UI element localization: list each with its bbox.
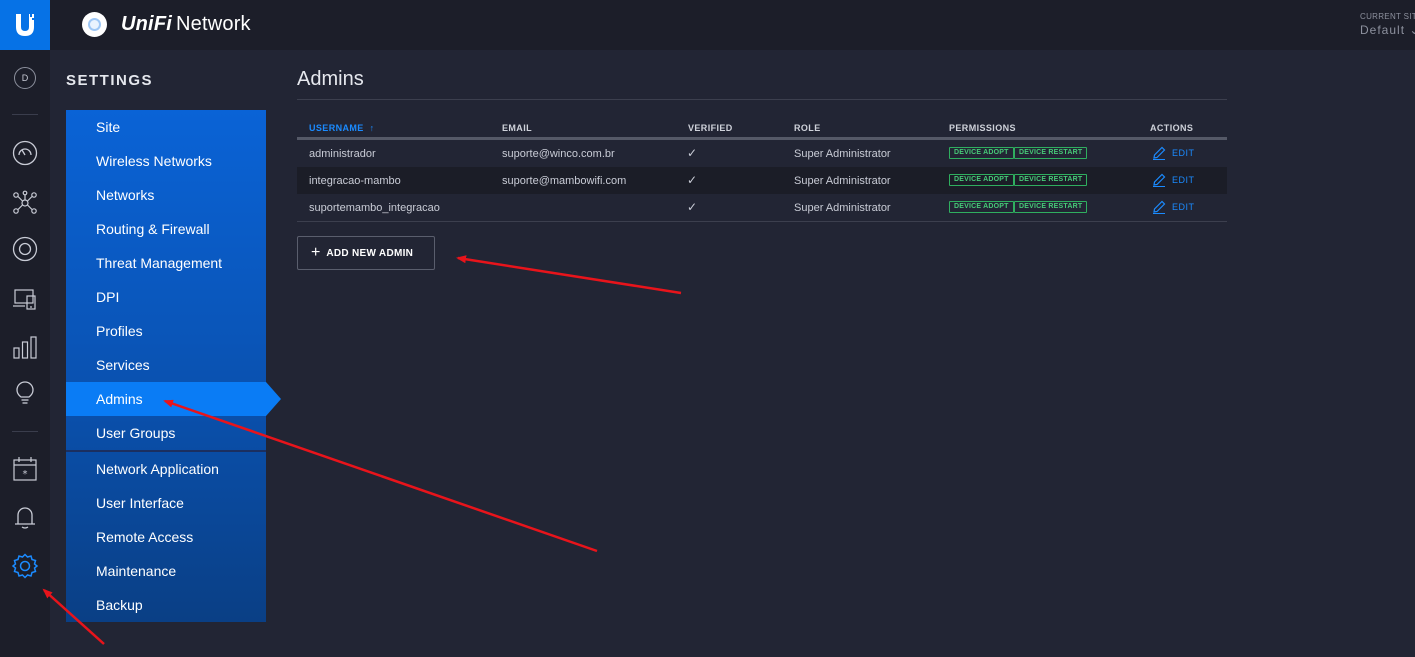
cell-role: Super Administrator xyxy=(794,148,891,160)
menu-item-services[interactable]: Services xyxy=(66,348,266,382)
arrow-to-add-button xyxy=(456,255,682,295)
site-avatar[interactable]: D xyxy=(10,63,40,93)
cell-username: administrador xyxy=(309,148,376,160)
app-icon[interactable] xyxy=(82,12,107,37)
menu-item-dpi[interactable]: DPI xyxy=(66,280,266,314)
edit-button[interactable]: EDIT xyxy=(1152,146,1195,160)
app-title: UniFi Network xyxy=(121,13,251,36)
permission-badge: DEVICE ADOPT xyxy=(949,201,1014,213)
menu-item-routing-firewall[interactable]: Routing & Firewall xyxy=(66,212,266,246)
column-email[interactable]: EMAIL xyxy=(502,123,532,133)
permission-badge: DEVICE ADOPT xyxy=(949,174,1014,186)
menu-item-profiles[interactable]: Profiles xyxy=(66,314,266,348)
insights-icon[interactable] xyxy=(10,378,40,408)
cell-username: suportemambo_integracao xyxy=(309,202,440,214)
menu-item-network-application[interactable]: Network Application xyxy=(66,452,266,486)
cell-username: integracao-mambo xyxy=(309,175,401,187)
add-new-admin-button[interactable]: + ADD NEW ADMIN xyxy=(297,236,435,270)
column-actions: ACTIONS xyxy=(1150,123,1194,133)
cell-email: suporte@mambowifi.com xyxy=(502,175,627,187)
top-bar: UniFiNetwork CURRENT SITE Default ⌄ xyxy=(0,0,1415,50)
pencil-icon xyxy=(1153,173,1166,187)
edit-label: EDIT xyxy=(1172,175,1195,185)
chevron-down-icon: ⌄ xyxy=(1409,23,1415,37)
alerts-icon[interactable] xyxy=(10,502,40,532)
settings-menu: Site Wireless Networks Networks Routing … xyxy=(66,110,281,622)
edit-label: EDIT xyxy=(1172,148,1195,158)
table-row[interactable]: integracao-mambo suporte@mambowifi.com ✓… xyxy=(297,167,1227,194)
settings-title: SETTINGS xyxy=(66,72,154,89)
page-title: Admins xyxy=(297,68,364,90)
brand-name: UniFi xyxy=(121,13,172,35)
clients-icon[interactable] xyxy=(10,284,40,314)
devices-icon[interactable] xyxy=(10,234,40,264)
table-row[interactable]: administrador suporte@winco.com.br ✓ Sup… xyxy=(297,140,1227,167)
menu-item-user-groups[interactable]: User Groups xyxy=(66,416,266,450)
column-username[interactable]: USERNAME ↑ xyxy=(309,123,375,133)
rail-divider xyxy=(12,114,38,115)
active-pointer xyxy=(266,382,281,416)
menu-item-remote-access[interactable]: Remote Access xyxy=(66,520,266,554)
svg-text:*: * xyxy=(23,469,28,480)
plus-icon: + xyxy=(311,244,321,261)
icon-rail: D * xyxy=(0,50,50,657)
menu-item-backup[interactable]: Backup xyxy=(66,588,266,622)
permission-badge: DEVICE RESTART xyxy=(1014,147,1088,159)
site-label: CURRENT SITE xyxy=(1360,12,1415,21)
column-role[interactable]: ROLE xyxy=(794,123,821,133)
menu-item-admins[interactable]: Admins xyxy=(66,382,266,416)
cell-email: suporte@winco.com.br xyxy=(502,148,615,160)
menu-item-threat-management[interactable]: Threat Management xyxy=(66,246,266,280)
menu-item-wireless-networks[interactable]: Wireless Networks xyxy=(66,144,266,178)
edit-button[interactable]: EDIT xyxy=(1152,200,1195,214)
table-bottom-divider xyxy=(297,221,1227,222)
permission-badge: DEVICE RESTART xyxy=(1014,201,1088,213)
product-name: Network xyxy=(176,13,251,35)
table-row[interactable]: suportemambo_integracao ✓ Super Administ… xyxy=(297,194,1227,221)
edit-label: EDIT xyxy=(1172,202,1195,212)
pencil-icon xyxy=(1153,200,1166,214)
check-icon: ✓ xyxy=(687,173,698,187)
menu-item-networks[interactable]: Networks xyxy=(66,178,266,212)
pencil-icon xyxy=(1153,146,1166,160)
check-icon: ✓ xyxy=(687,146,698,160)
column-verified[interactable]: VERIFIED xyxy=(688,123,733,133)
permission-badge: DEVICE ADOPT xyxy=(949,147,1014,159)
statistics-icon[interactable] xyxy=(10,332,40,362)
column-permissions[interactable]: PERMISSIONS xyxy=(949,123,1016,133)
sort-arrow-icon: ↑ xyxy=(369,123,375,133)
menu-item-site[interactable]: Site xyxy=(66,110,266,144)
rail-divider xyxy=(12,431,38,432)
site-value: Default ⌄ xyxy=(1360,23,1415,37)
cell-role: Super Administrator xyxy=(794,175,891,187)
ubiquiti-logo[interactable] xyxy=(0,0,50,50)
edit-button[interactable]: EDIT xyxy=(1152,173,1195,187)
menu-item-maintenance[interactable]: Maintenance xyxy=(66,554,266,588)
dashboard-icon[interactable] xyxy=(10,138,40,168)
check-icon: ✓ xyxy=(687,200,698,214)
add-new-admin-label: ADD NEW ADMIN xyxy=(326,247,414,259)
table-header: USERNAME ↑ EMAIL VERIFIED ROLE PERMISSIO… xyxy=(297,119,1227,140)
menu-item-user-interface[interactable]: User Interface xyxy=(66,486,266,520)
ubiquiti-u-icon xyxy=(16,14,34,36)
title-divider xyxy=(297,99,1227,100)
settings-icon[interactable] xyxy=(10,551,40,581)
events-icon[interactable]: * xyxy=(10,454,40,484)
admins-table: USERNAME ↑ EMAIL VERIFIED ROLE PERMISSIO… xyxy=(297,119,1227,222)
avatar: D xyxy=(14,67,36,89)
topology-icon[interactable] xyxy=(10,188,40,218)
site-selector[interactable]: CURRENT SITE Default ⌄ xyxy=(1360,12,1415,37)
permission-badge: DEVICE RESTART xyxy=(1014,174,1088,186)
cell-role: Super Administrator xyxy=(794,202,891,214)
